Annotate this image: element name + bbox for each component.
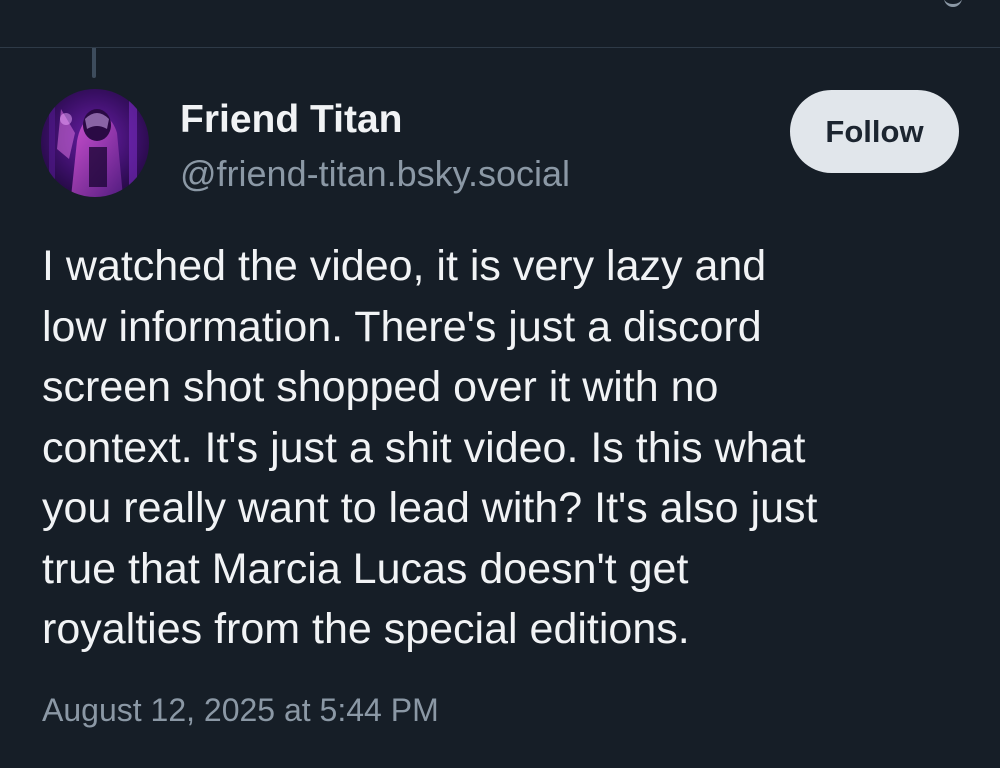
thread-connector-line <box>92 48 96 78</box>
top-partial-icon <box>944 0 962 7</box>
follow-button[interactable]: Follow <box>790 90 959 173</box>
post-timestamp[interactable]: August 12, 2025 at 5:44 PM <box>42 692 439 729</box>
author-handle[interactable]: @friend-titan.bsky.social <box>180 153 570 195</box>
author-avatar[interactable] <box>41 89 149 197</box>
post-text-line: context. It's just a shit video. Is this… <box>42 423 806 472</box>
post-text-line: true that Marcia Lucas doesn't get <box>42 544 689 593</box>
post-text-line: you really want to lead with? It's also … <box>42 484 818 532</box>
post-text-line: low information. There's just a discord <box>42 302 762 351</box>
author-display-name[interactable]: Friend Titan <box>180 98 402 142</box>
post-text-line: screen shot shopped over it with no <box>42 363 719 411</box>
post-text-line: I watched the video, it is very lazy and <box>42 242 767 290</box>
top-divider <box>0 47 1000 48</box>
post-body: I watched the video, it is very lazy and… <box>42 236 972 660</box>
post-text-line: royalties from the special editions. <box>42 605 690 653</box>
avatar-image <box>41 89 149 197</box>
